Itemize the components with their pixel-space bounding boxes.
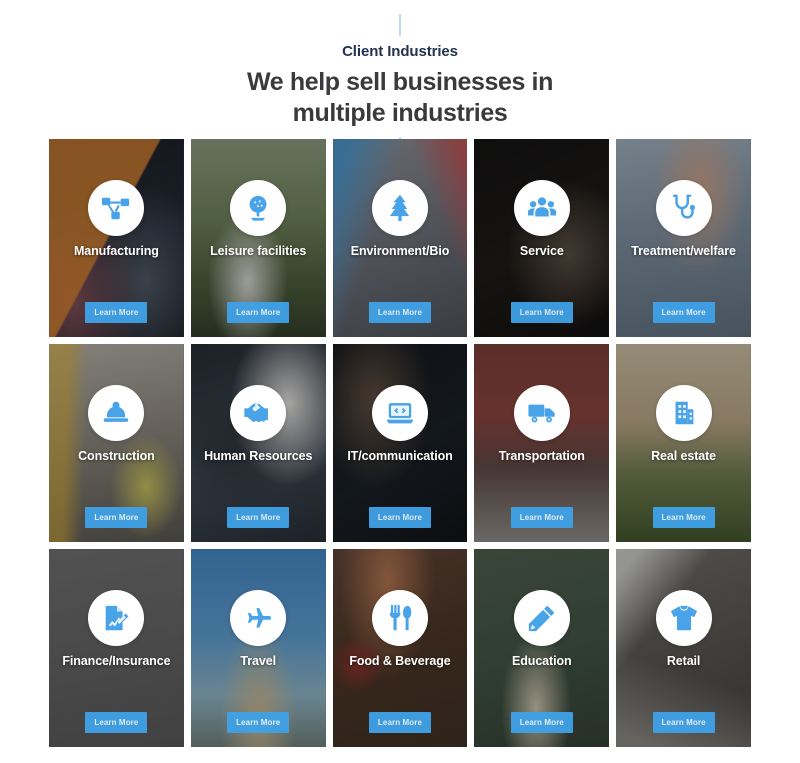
card-icon-badge bbox=[655, 180, 712, 236]
golf-ball-tee-icon bbox=[243, 193, 273, 223]
pine-tree-icon bbox=[385, 193, 415, 223]
card-icon-badge bbox=[513, 590, 570, 646]
card-icon-badge bbox=[371, 180, 428, 236]
learn-more-button[interactable]: Learn More bbox=[85, 712, 148, 733]
card-icon-badge bbox=[513, 180, 570, 236]
learn-more-button[interactable]: Learn More bbox=[368, 302, 431, 323]
laptop-code-icon bbox=[385, 398, 415, 428]
industry-card[interactable]: Treatment/welfare Learn More bbox=[616, 139, 751, 337]
learn-more-button[interactable]: Learn More bbox=[227, 712, 290, 733]
learn-more-button[interactable]: Learn More bbox=[368, 507, 431, 528]
card-title: Service bbox=[519, 244, 564, 258]
learn-more-button[interactable]: Learn More bbox=[652, 507, 715, 528]
learn-more-button[interactable]: Learn More bbox=[227, 507, 290, 528]
card-icon-badge bbox=[88, 590, 145, 646]
airplane-icon bbox=[243, 603, 273, 633]
learn-more-button[interactable]: Learn More bbox=[652, 712, 715, 733]
handshake-icon bbox=[243, 398, 273, 428]
industry-card[interactable]: Human Resources Learn More bbox=[190, 344, 326, 542]
page-title-line-1: We help sell businesses in bbox=[247, 68, 553, 96]
section-header: Client Industries We help sell businesse… bbox=[0, 0, 800, 157]
card-icon-badge bbox=[230, 385, 287, 441]
card-title: Education bbox=[512, 654, 572, 668]
learn-more-button[interactable]: Learn More bbox=[652, 302, 715, 323]
card-title: Food & Beverage bbox=[349, 654, 451, 668]
learn-more-button[interactable]: Learn More bbox=[85, 302, 148, 323]
tshirt-icon bbox=[669, 603, 699, 633]
card-title: Real estate bbox=[651, 449, 717, 463]
truck-icon bbox=[527, 398, 557, 428]
document-pen-icon bbox=[101, 603, 131, 633]
network-nodes-icon bbox=[101, 193, 131, 223]
card-title: Travel bbox=[240, 654, 276, 668]
card-icon-badge bbox=[655, 385, 712, 441]
card-title: Manufacturing bbox=[73, 244, 159, 258]
industry-card-grid: Manufacturing Learn More Leisure facilitie… bbox=[49, 139, 751, 747]
card-icon-badge bbox=[371, 385, 428, 441]
card-title: Environment/Bio bbox=[350, 244, 450, 258]
building-icon bbox=[669, 398, 699, 428]
hard-hat-icon bbox=[101, 398, 131, 428]
section-eyebrow: Client Industries bbox=[342, 43, 458, 60]
industry-card[interactable]: Finance/Insurance Learn More bbox=[49, 549, 184, 747]
industry-card[interactable]: Service Learn More bbox=[474, 139, 610, 337]
card-title: Treatment/welfare bbox=[631, 244, 736, 258]
industry-card[interactable]: Travel Learn More bbox=[190, 549, 326, 747]
card-icon-badge bbox=[88, 385, 145, 441]
learn-more-button[interactable]: Learn More bbox=[510, 712, 573, 733]
industry-card[interactable]: Transportation Learn More bbox=[474, 344, 610, 542]
industry-card[interactable]: Construction Learn More bbox=[49, 344, 184, 542]
card-title: Finance/Insurance bbox=[62, 654, 171, 668]
card-icon-badge bbox=[230, 590, 287, 646]
card-icon-badge bbox=[655, 590, 712, 646]
card-icon-badge bbox=[371, 590, 428, 646]
industry-card[interactable]: Retail Learn More bbox=[616, 549, 751, 747]
industry-card[interactable]: Food & Beverage Learn More bbox=[332, 549, 468, 747]
learn-more-button[interactable]: Learn More bbox=[368, 712, 431, 733]
card-title: Leisure facilities bbox=[210, 244, 307, 258]
industry-card[interactable]: Education Learn More bbox=[474, 549, 610, 747]
card-title: Construction bbox=[78, 449, 155, 463]
card-title: IT/communication bbox=[347, 449, 453, 463]
industry-card[interactable]: Real estate Learn More bbox=[616, 344, 751, 542]
pencil-icon bbox=[527, 603, 557, 633]
top-accent-tick bbox=[399, 14, 401, 36]
stethoscope-icon bbox=[669, 193, 699, 223]
learn-more-button[interactable]: Learn More bbox=[510, 507, 573, 528]
page-title: We help sell businesses in multiple indu… bbox=[120, 67, 680, 129]
industry-card[interactable]: Manufacturing Learn More bbox=[49, 139, 184, 337]
learn-more-button[interactable]: Learn More bbox=[510, 302, 573, 323]
industry-card[interactable]: Leisure facilities Learn More bbox=[190, 139, 326, 337]
card-title: Human Resources bbox=[204, 449, 313, 463]
card-icon-badge bbox=[513, 385, 570, 441]
learn-more-button[interactable]: Learn More bbox=[227, 302, 290, 323]
card-icon-badge bbox=[230, 180, 287, 236]
card-title: Transportation bbox=[498, 449, 585, 463]
learn-more-button[interactable]: Learn More bbox=[85, 507, 148, 528]
industries-page: Client Industries We help sell businesse… bbox=[0, 0, 800, 763]
card-icon-badge bbox=[88, 180, 145, 236]
industry-card[interactable]: Environment/Bio Learn More bbox=[332, 139, 468, 337]
card-title: Retail bbox=[666, 654, 701, 668]
fork-knife-icon bbox=[385, 603, 415, 633]
page-title-line-2: multiple industries bbox=[292, 99, 508, 127]
people-group-icon bbox=[527, 193, 557, 223]
industry-card[interactable]: IT/communication Learn More bbox=[332, 344, 468, 542]
